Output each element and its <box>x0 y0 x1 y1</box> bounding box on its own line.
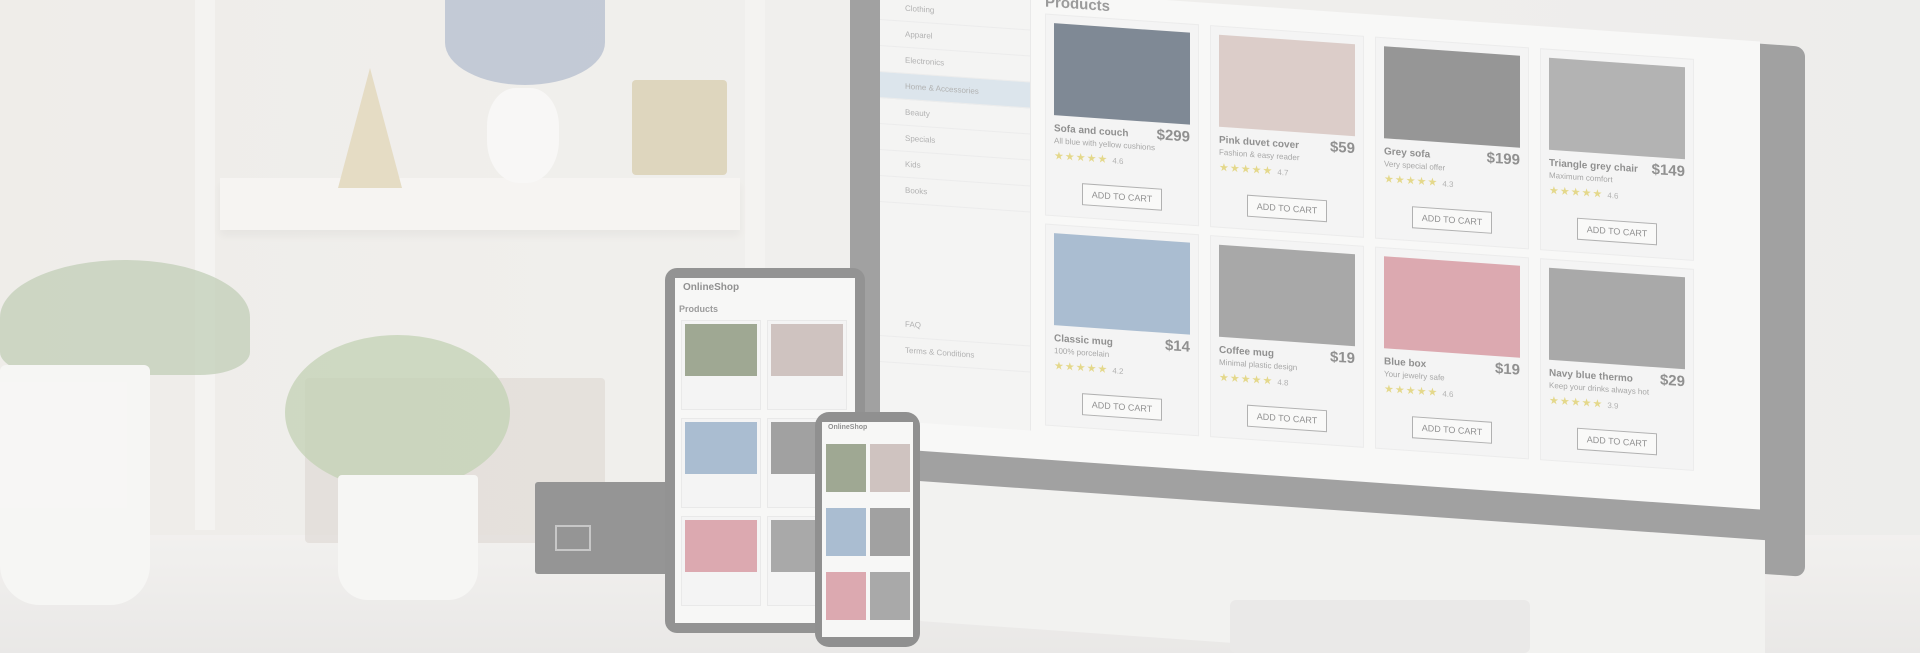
orchid-pot <box>0 365 150 605</box>
phone-product-tile[interactable] <box>826 508 866 556</box>
add-to-cart-button[interactable]: ADD TO CART <box>1412 416 1492 444</box>
office-scene: Clothing Apparel Electronics Home & Accesso… <box>0 0 1920 653</box>
add-to-cart-button[interactable]: ADD TO CART <box>1082 183 1162 211</box>
rating-stars-icon: ★★★★★ 4.6 <box>1384 383 1454 400</box>
product-price: $59 <box>1329 138 1355 158</box>
hydrangea-flowers <box>445 0 605 85</box>
add-to-cart-button[interactable]: ADD TO CART <box>1577 217 1657 246</box>
product-description: Minimal plastic design <box>1219 357 1298 373</box>
add-to-cart-button[interactable]: ADD TO CART <box>1577 427 1657 456</box>
rating-stars-icon: ★★★★★ 4.2 <box>1054 360 1124 377</box>
phone-brand: OnlineShop <box>828 424 868 431</box>
shelf-board <box>220 178 740 230</box>
rating-stars-icon: ★★★★★ 4.3 <box>1384 173 1454 190</box>
phone-screen: OnlineShop <box>822 422 913 637</box>
rating-stars-icon: ★★★★★ 4.6 <box>1054 150 1124 167</box>
tablet-product-image <box>685 422 757 474</box>
tablet-product-tile[interactable] <box>681 418 761 508</box>
product-card[interactable]: Classic mug 100% porcelain $14 ★★★★★ 4.2 ADD … <box>1045 223 1199 437</box>
product-card[interactable]: Triangle grey chair Maximum comfort $149 ★★… <box>1540 48 1694 261</box>
phone-product-tile[interactable] <box>870 572 910 620</box>
product-card[interactable]: Grey sofa Very special offer $199 ★★★★★ 4.3 A… <box>1375 36 1529 250</box>
product-description: 100% porcelain <box>1054 346 1110 360</box>
product-image[interactable] <box>1384 256 1520 358</box>
monitor-stand <box>1230 600 1530 653</box>
product-price: $14 <box>1164 336 1190 356</box>
rating-value: 4.7 <box>1277 167 1289 178</box>
products-title: Products <box>1045 0 1111 16</box>
product-card[interactable]: Blue box Your jewelry safe $19 ★★★★★ 4.6 ADD … <box>1375 246 1529 460</box>
tablet-product-image <box>771 324 843 376</box>
product-image[interactable] <box>1384 46 1520 148</box>
product-image[interactable] <box>1219 34 1355 137</box>
product-card[interactable]: Coffee mug Minimal plastic design $19 ★★★★★… <box>1210 235 1364 448</box>
product-price: $29 <box>1659 371 1685 391</box>
plant-leaves <box>285 335 510 490</box>
product-price: $19 <box>1494 360 1520 379</box>
rating-stars-icon: ★★★★★ 4.6 <box>1549 184 1619 201</box>
phone-product-tile[interactable] <box>870 508 910 556</box>
product-image[interactable] <box>1549 57 1685 160</box>
category-sidebar: Clothing Apparel Electronics Home & Accesso… <box>880 0 1031 431</box>
rating-value: 4.2 <box>1112 366 1124 377</box>
rating-stars-icon: ★★★★★ 3.9 <box>1549 394 1619 411</box>
product-price: $199 <box>1486 149 1520 169</box>
product-price: $299 <box>1156 126 1190 146</box>
gold-pencil-cup <box>632 80 727 175</box>
product-image[interactable] <box>1054 233 1190 335</box>
tablet-brand: OnlineShop <box>683 282 740 293</box>
rating-value: 4.6 <box>1442 389 1454 400</box>
product-name[interactable]: Grey sofa <box>1384 146 1430 160</box>
tablet-title: Products <box>679 304 719 314</box>
white-vase <box>487 88 559 183</box>
monitor-screen: Clothing Apparel Electronics Home & Accesso… <box>880 0 1760 510</box>
product-name[interactable]: Blue box <box>1384 356 1426 370</box>
plant-pot <box>338 475 478 600</box>
rating-value: 4.8 <box>1277 377 1289 388</box>
tablet-product-image <box>685 324 757 376</box>
phone-product-tile[interactable] <box>870 444 910 492</box>
phone-product-tile[interactable] <box>826 572 866 620</box>
shelf-frame-left <box>195 0 215 530</box>
add-to-cart-button[interactable]: ADD TO CART <box>1082 393 1162 421</box>
product-price: $149 <box>1651 160 1685 181</box>
add-to-cart-button[interactable]: ADD TO CART <box>1247 194 1327 223</box>
wooden-tree-ornament <box>338 68 402 188</box>
tablet-product-tile[interactable] <box>681 320 761 410</box>
product-image[interactable] <box>1549 267 1685 370</box>
rating-value: 4.6 <box>1112 156 1124 167</box>
product-card[interactable]: Pink duvet cover Fashion & easy reader $59… <box>1210 25 1364 238</box>
product-image[interactable] <box>1219 244 1355 347</box>
rating-value: 4.6 <box>1607 190 1619 201</box>
product-card[interactable]: Navy blue thermo Keep your drinks always … <box>1540 258 1694 471</box>
box-label <box>555 525 591 551</box>
rating-stars-icon: ★★★★★ 4.7 <box>1219 161 1289 178</box>
product-image[interactable] <box>1054 23 1190 125</box>
product-description: Your jewelry safe <box>1384 369 1445 383</box>
product-description: Maximum comfort <box>1549 170 1613 185</box>
rating-value: 3.9 <box>1607 400 1619 411</box>
rating-stars-icon: ★★★★★ 4.8 <box>1219 371 1289 388</box>
tablet-product-tile[interactable] <box>681 516 761 606</box>
product-description: Very special offer <box>1384 159 1446 173</box>
tablet-product-image <box>685 520 757 572</box>
product-card[interactable]: Sofa and couch All blue with yellow cushi… <box>1045 13 1199 227</box>
product-price: $19 <box>1329 348 1355 368</box>
add-to-cart-button[interactable]: ADD TO CART <box>1412 206 1492 234</box>
phone-product-tile[interactable] <box>826 444 866 492</box>
rating-value: 4.3 <box>1442 179 1454 190</box>
orchid-leaves <box>0 260 250 375</box>
tablet-product-tile[interactable] <box>767 320 847 410</box>
add-to-cart-button[interactable]: ADD TO CART <box>1247 404 1327 433</box>
